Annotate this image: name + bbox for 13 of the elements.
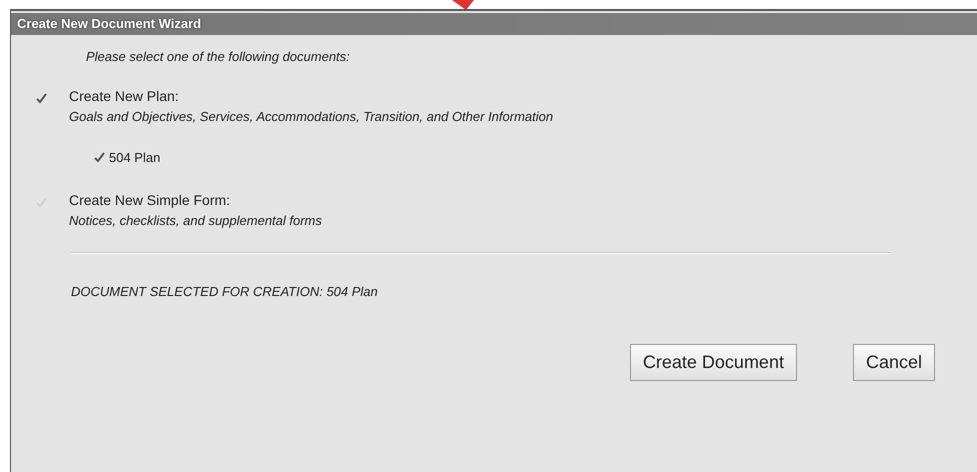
prompt-text: Please select one of the following documents: — [86, 48, 350, 66]
window-title: Create New Document Wizard — [17, 15, 202, 34]
option-title: Create New Simple Form: — [69, 190, 230, 210]
option-title: Create New Plan: — [69, 86, 179, 106]
option-description: Goals and Objectives, Services, Accommodations, Transition, and Other Information — [69, 108, 554, 126]
arrow-icon — [452, 0, 474, 10]
option-description: Notices, checklists, and supplemental forms — [69, 212, 322, 230]
option-label: 504 Plan — [109, 149, 160, 167]
check-icon[interactable] — [93, 152, 105, 164]
cancel-button[interactable]: Cancel — [852, 344, 935, 380]
create-button[interactable]: Create Document — [630, 344, 797, 380]
check-icon[interactable] — [35, 92, 47, 104]
selection-text: DOCUMENT SELECTED FOR CREATION: 504 Plan — [71, 283, 378, 301]
